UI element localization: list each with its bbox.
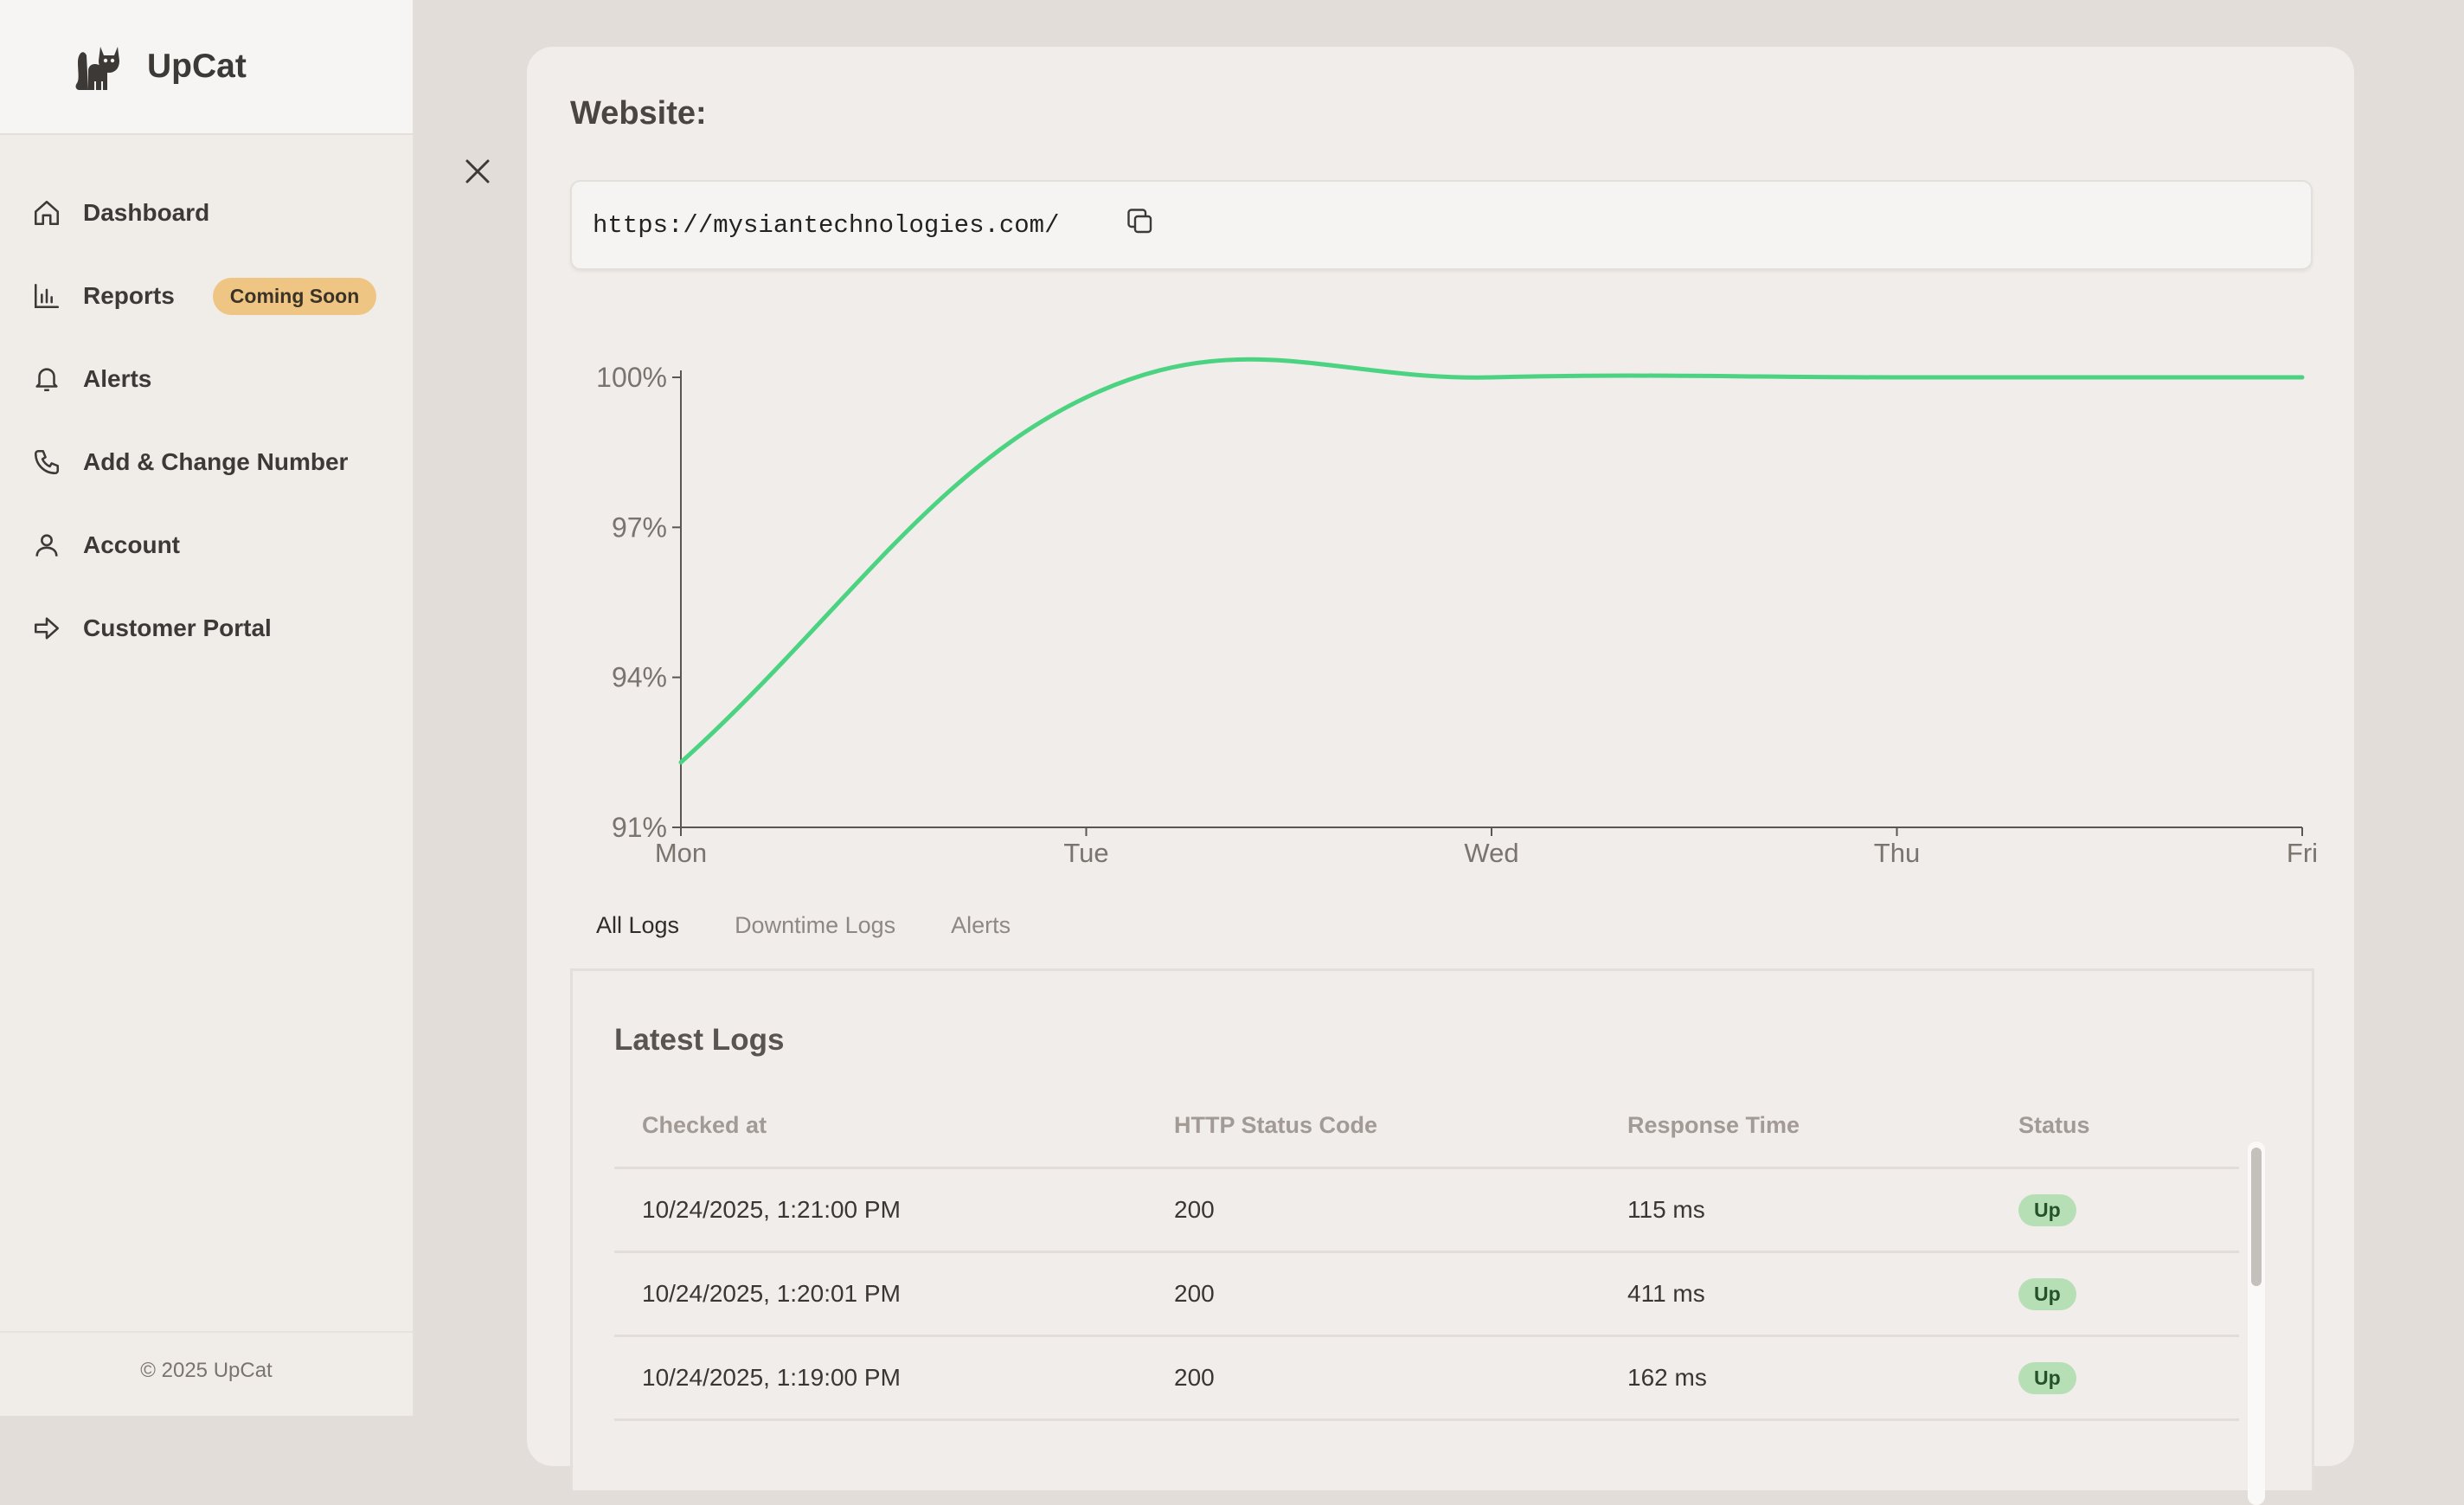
cell-checked-at: 10/24/2025, 1:20:01 PM bbox=[642, 1280, 901, 1307]
user-icon bbox=[31, 530, 62, 561]
x-tick-label: Tue bbox=[1063, 838, 1108, 868]
table-header: Checked at HTTP Status Code Response Tim… bbox=[614, 1084, 2239, 1169]
sidebar-item-add-change-number[interactable]: Add & Change Number bbox=[0, 421, 413, 504]
sidebar: UpCat Dashboard Reports Coming Soon Aler… bbox=[0, 0, 414, 1416]
sidebar-divider bbox=[0, 1331, 413, 1333]
url-field: https://mysiantechnologies.com/ bbox=[570, 180, 2313, 270]
bell-icon bbox=[31, 363, 62, 395]
y-tick-label: 100% bbox=[596, 362, 667, 393]
cell-status-code: 200 bbox=[1174, 1364, 1215, 1391]
x-tick-label: Thu bbox=[1874, 838, 1920, 868]
log-tabs: All Logs Downtime Logs Alerts bbox=[596, 912, 1066, 939]
x-tick-label: Wed bbox=[1464, 838, 1518, 868]
cat-logo-icon bbox=[75, 47, 119, 90]
cell-status-code: 200 bbox=[1174, 1280, 1215, 1307]
website-url[interactable]: https://mysiantechnologies.com/ bbox=[593, 211, 1060, 240]
scrollbar-thumb[interactable] bbox=[2251, 1148, 2262, 1286]
sidebar-item-label: Customer Portal bbox=[83, 614, 272, 641]
cell-response-time: 162 ms bbox=[1627, 1364, 1707, 1391]
sidebar-item-label: Alerts bbox=[83, 365, 152, 392]
sidebar-item-account[interactable]: Account bbox=[0, 504, 413, 587]
status-badge: Up bbox=[2018, 1193, 2076, 1226]
sidebar-item-label: Account bbox=[83, 531, 180, 558]
sidebar-item-alerts[interactable]: Alerts bbox=[0, 338, 413, 421]
status-badge: Up bbox=[2018, 1277, 2076, 1310]
uptime-series-line bbox=[678, 357, 2305, 765]
x-tick-label: Fri bbox=[2287, 838, 2318, 868]
cell-status-code: 200 bbox=[1174, 1196, 1215, 1223]
brand-name: UpCat bbox=[147, 48, 247, 85]
home-icon bbox=[31, 197, 62, 228]
cell-response-time: 115 ms bbox=[1627, 1196, 1705, 1223]
brand[interactable]: UpCat bbox=[0, 0, 413, 135]
sidebar-item-label: Add & Change Number bbox=[83, 448, 349, 475]
column-header-checked-at: Checked at bbox=[642, 1111, 767, 1138]
tab-downtime-logs[interactable]: Downtime Logs bbox=[735, 912, 895, 939]
page-title: Website: bbox=[570, 95, 707, 132]
status-badge: Up bbox=[2018, 1361, 2076, 1394]
table-row[interactable]: 10/24/2025, 1:21:00 PM 200 115 ms Up bbox=[614, 1169, 2239, 1253]
cell-response-time: 411 ms bbox=[1627, 1280, 1705, 1307]
table-row[interactable]: 10/24/2025, 1:20:01 PM 200 411 ms Up bbox=[614, 1253, 2239, 1337]
table-row[interactable]: 10/24/2025, 1:19:00 PM 200 162 ms Up bbox=[614, 1337, 2239, 1421]
uptime-chart: 91%94%97%100%Mon Tue Wed Thu Fri bbox=[596, 357, 2318, 868]
sidebar-footer: © 2025 UpCat bbox=[140, 1359, 273, 1382]
sidebar-item-label: Dashboard bbox=[83, 199, 210, 226]
phone-icon bbox=[31, 447, 62, 478]
monitor-detail-panel: Website: https://mysiantechnologies.com/… bbox=[527, 47, 2354, 1505]
sidebar-item-reports[interactable]: Reports Coming Soon bbox=[0, 254, 413, 338]
y-tick-label: 97% bbox=[612, 511, 667, 543]
sidebar-item-customer-portal[interactable]: Customer Portal bbox=[0, 587, 413, 670]
logs-table: Checked at HTTP Status Code Response Tim… bbox=[614, 1084, 2239, 1421]
x-tick-label: Mon bbox=[655, 838, 707, 868]
tab-all-logs[interactable]: All Logs bbox=[596, 912, 679, 939]
coming-soon-badge: Coming Soon bbox=[212, 277, 377, 315]
logs-title: Latest Logs bbox=[614, 1023, 785, 1057]
logs-card: Latest Logs Checked at HTTP Status Code … bbox=[570, 968, 2314, 1505]
tab-alerts[interactable]: Alerts bbox=[951, 912, 1011, 939]
copy-icon[interactable] bbox=[1125, 206, 1156, 237]
column-header-status-code: HTTP Status Code bbox=[1174, 1111, 1378, 1138]
y-tick-label: 94% bbox=[612, 662, 667, 693]
cell-checked-at: 10/24/2025, 1:19:00 PM bbox=[642, 1364, 901, 1391]
arrow-right-icon bbox=[31, 613, 62, 644]
column-header-status: Status bbox=[2018, 1111, 2090, 1138]
close-icon[interactable] bbox=[459, 152, 497, 190]
cell-checked-at: 10/24/2025, 1:21:00 PM bbox=[642, 1196, 901, 1223]
column-header-response-time: Response Time bbox=[1627, 1111, 1800, 1138]
sidebar-nav: Dashboard Reports Coming Soon Alerts Add… bbox=[0, 171, 413, 670]
sidebar-item-dashboard[interactable]: Dashboard bbox=[0, 171, 413, 254]
sidebar-item-label: Reports bbox=[83, 282, 175, 309]
bar-chart-icon bbox=[31, 280, 62, 312]
